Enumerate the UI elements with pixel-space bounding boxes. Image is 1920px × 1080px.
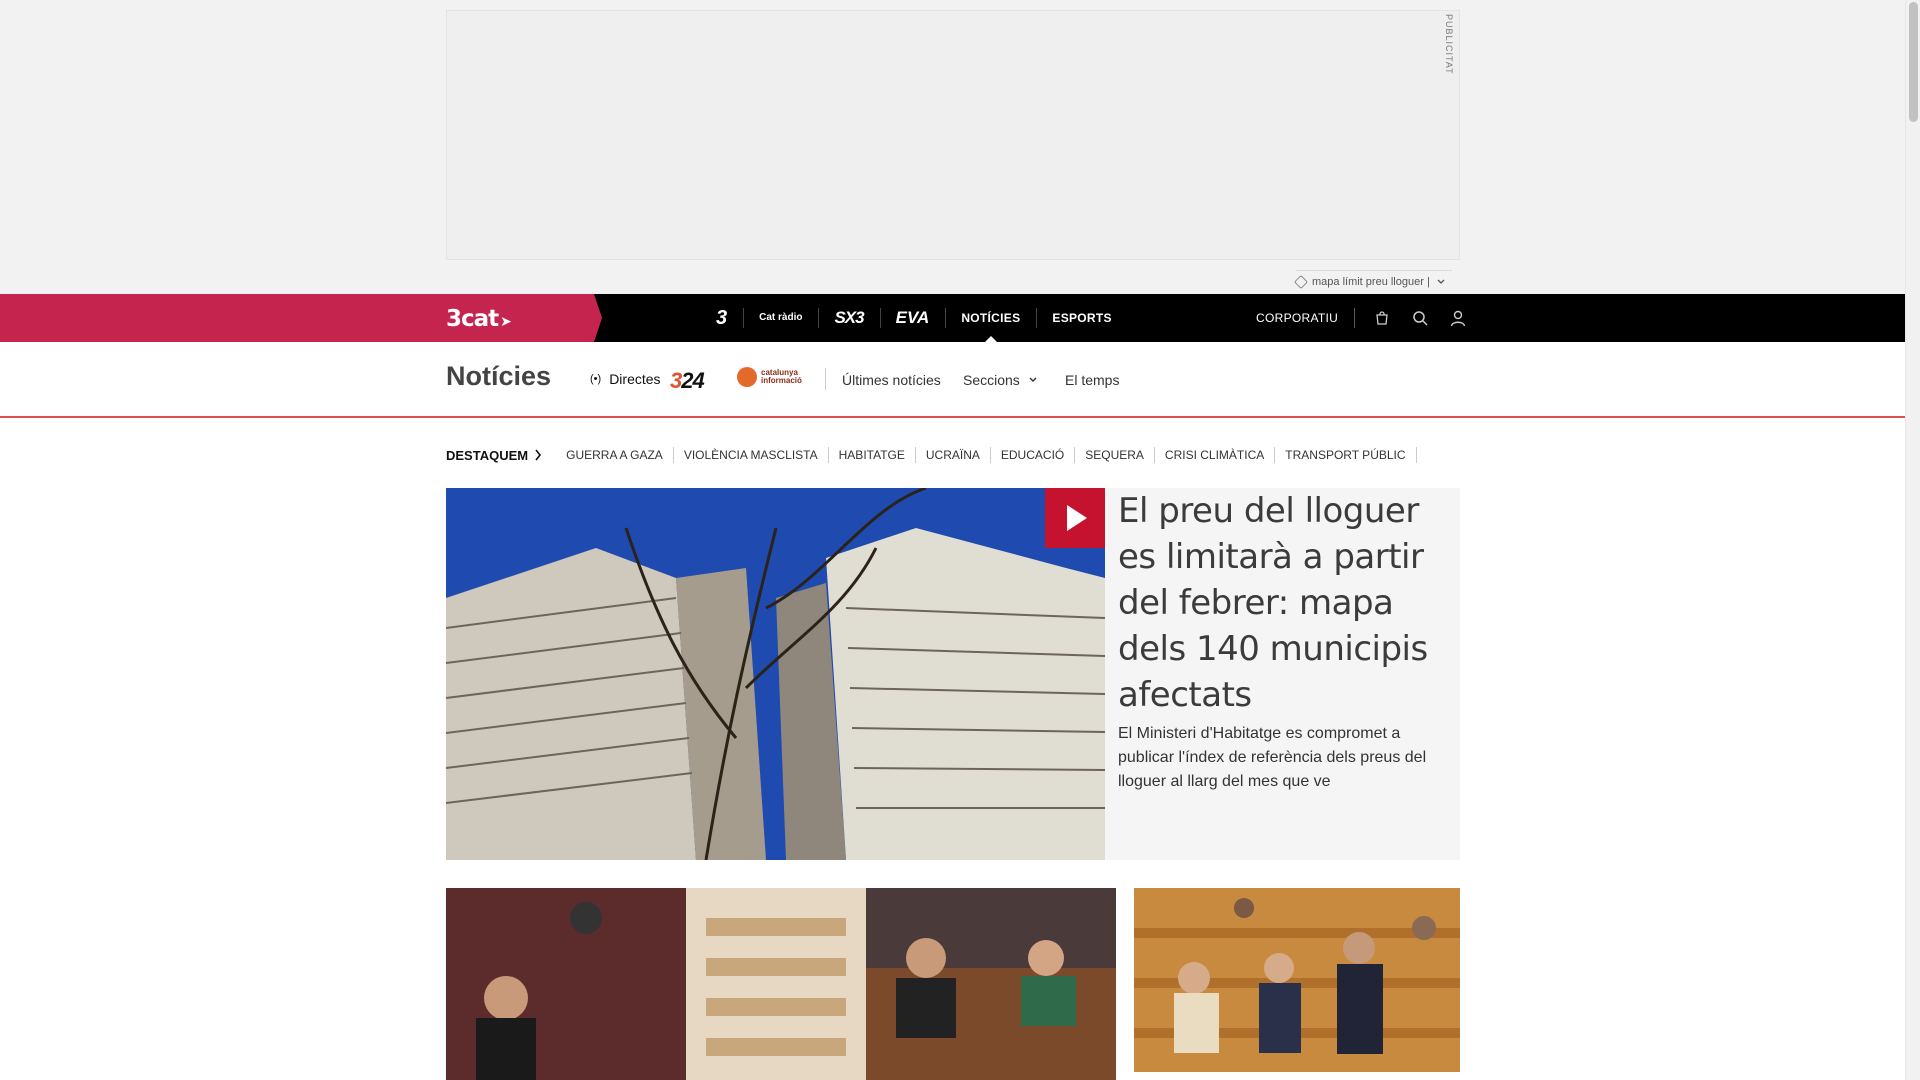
channel-esports[interactable]: ESPORTS — [1036, 294, 1127, 342]
directes-link[interactable]: (•) Directes — [590, 364, 661, 394]
brand-name: 3cat — [446, 306, 499, 332]
ad-label: PUBLICITAT — [1444, 14, 1454, 75]
lead-story-summary: El Ministeri d'Habitatge es compromet a … — [1118, 725, 1427, 790]
channel-eva[interactable]: EVA — [879, 294, 946, 342]
search-icon[interactable] — [1401, 294, 1439, 342]
section-header: Notícies (•) Directes 324 catalunya infor… — [0, 342, 1905, 418]
secondary-story-image[interactable] — [446, 888, 1116, 1080]
channel-sx3[interactable]: SX3 — [818, 294, 879, 342]
play-icon — [1067, 505, 1087, 531]
highlight-tag-educacio[interactable]: EDUCACIÓ — [991, 447, 1076, 463]
ad-topic-tag[interactable]: mapa límit preu lloguer | — [1293, 270, 1452, 292]
scrollbar[interactable] — [1905, 0, 1920, 1080]
ultimes-noticies-link[interactable]: Últimes notícies — [842, 372, 941, 388]
logo-324-b: 24 — [681, 368, 705, 393]
logo-ci-line2: informació — [761, 376, 802, 385]
chevron-down-icon — [1437, 279, 1445, 284]
corporate-link[interactable]: CORPORATIU — [1240, 311, 1354, 325]
apartment-buildings-photo — [446, 488, 1105, 860]
secondary-story-image-2[interactable] — [1134, 888, 1460, 1072]
brand-strip — [0, 294, 602, 342]
channel-list: 3 Cat ràdio SX3 EVA NOTÍCIES ESPORTS — [700, 294, 1128, 342]
play-video-button[interactable] — [1045, 488, 1105, 548]
ad-tag-text: mapa límit preu lloguer | — [1312, 275, 1430, 288]
chevron-down-icon — [1029, 377, 1037, 382]
ad-banner[interactable] — [446, 10, 1460, 260]
highlight-tag-crisi-climatica[interactable]: CRISI CLIMÀTICA — [1155, 447, 1276, 463]
catalunya-informacio-mark — [737, 367, 757, 387]
highlight-tag-transport[interactable]: TRANSPORT PÚBLIC — [1275, 447, 1417, 463]
live-broadcast-icon: (•) — [590, 373, 602, 385]
lead-story-image[interactable] — [446, 488, 1105, 860]
channel-noticies[interactable]: NOTÍCIES — [945, 294, 1036, 342]
highlight-tag-sequera[interactable]: SEQUERA — [1075, 447, 1155, 463]
ad-zone: PUBLICITAT mapa límit preu lloguer | — [0, 0, 1905, 294]
highlights-heading[interactable]: DESTAQUEM — [446, 448, 542, 463]
highlight-tag-gaza[interactable]: GUERRA A GAZA — [556, 447, 674, 463]
brand-logo[interactable]: 3cat ➤ — [446, 306, 512, 332]
shopping-bag-icon[interactable] — [1363, 294, 1401, 342]
lead-story[interactable]: El preu del lloguer es limitarà a partir… — [446, 488, 1460, 860]
directes-label: Directes — [609, 371, 661, 387]
scrollbar-thumb[interactable] — [1909, 2, 1918, 122]
global-nav: 3cat ➤ 3 Cat ràdio SX3 EVA NOTÍCIES ESPOR… — [0, 294, 1905, 342]
highlight-tag-ucraina[interactable]: UCRAÏNA — [916, 447, 991, 463]
user-icon[interactable] — [1439, 294, 1477, 342]
divider — [1354, 308, 1356, 328]
topnav-right: CORPORATIU — [1240, 294, 1477, 342]
highlights-heading-label: DESTAQUEM — [446, 447, 529, 463]
highlight-tag-habitatge[interactable]: HABITATGE — [829, 447, 916, 463]
highlight-tag-violencia[interactable]: VIOLÈNCIA MASCLISTA — [674, 447, 829, 463]
seccions-menu[interactable]: Seccions — [963, 372, 1038, 388]
chevron-right-icon — [535, 449, 542, 461]
senate-photo — [1134, 888, 1460, 1072]
logo-324-a: 3 — [670, 368, 682, 393]
page-title[interactable]: Notícies — [446, 361, 551, 392]
el-temps-link[interactable]: El temps — [1065, 372, 1119, 388]
seccions-label: Seccions — [963, 372, 1020, 388]
channel-324-logo[interactable]: 324 — [670, 368, 705, 394]
channel-catradio[interactable]: Cat ràdio — [743, 294, 818, 342]
tag-icon — [1293, 274, 1309, 289]
parliament-photo — [446, 888, 1116, 1080]
catalunya-informacio-logo[interactable]: catalunya informació — [737, 367, 802, 387]
highlights-bar: DESTAQUEM GUERRA A GAZA VIOLÈNCIA MASCLI… — [446, 445, 1417, 465]
lead-story-title[interactable]: El preu del lloguer es limitarà a partir… — [1118, 488, 1448, 718]
channel-tv3[interactable]: 3 — [700, 294, 743, 342]
divider — [825, 368, 826, 390]
